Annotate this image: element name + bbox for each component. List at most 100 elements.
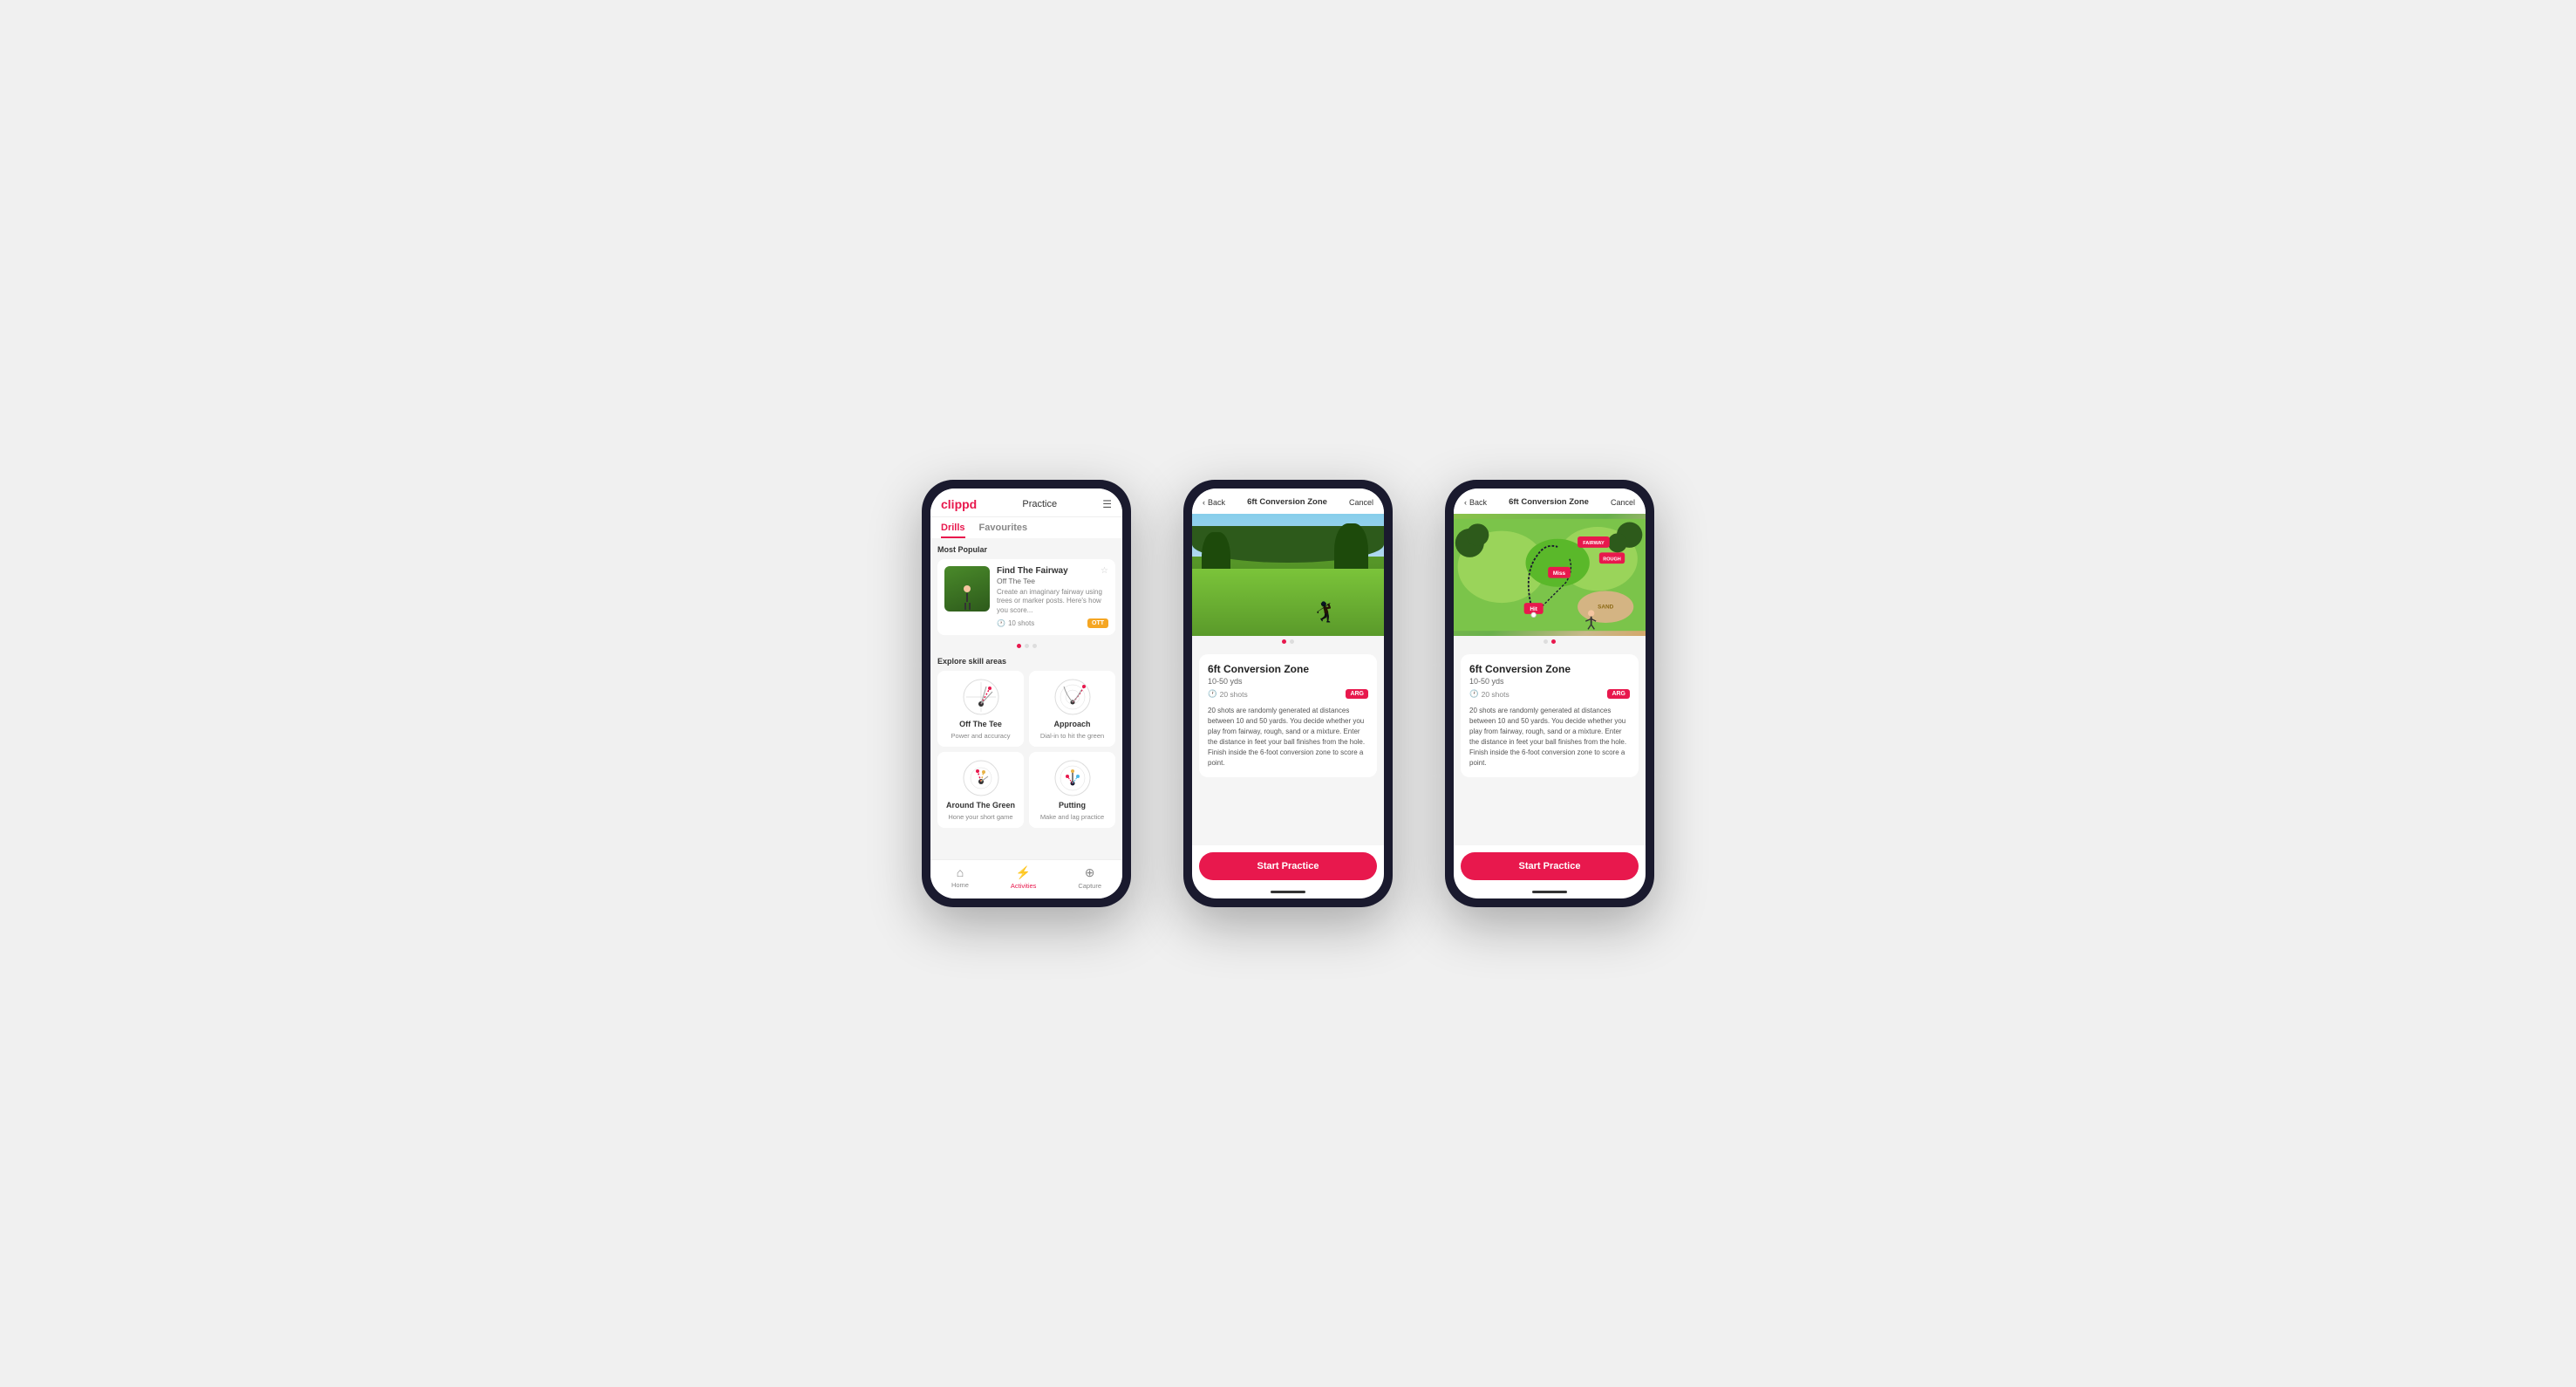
skill-desc-atg: Hone your short game (948, 813, 1012, 821)
clock-icon: 🕐 (997, 619, 1005, 627)
drill-thumbnail (944, 566, 990, 612)
golfer-leg-left (964, 603, 966, 610)
activities-icon: ⚡ (1016, 865, 1031, 880)
skill-card-ott[interactable]: Off The Tee Power and accuracy (937, 671, 1024, 747)
skill-icon-atg (962, 759, 1000, 797)
phone-1: clippd Practice ☰ Drills Favourites Most… (922, 480, 1131, 907)
cancel-button-3[interactable]: Cancel (1611, 498, 1635, 507)
phone-2-screen: ‹ Back 6ft Conversion Zone Cancel 🏌️ (1192, 489, 1384, 898)
tab-favourites[interactable]: Favourites (979, 523, 1028, 538)
dot-img-1 (1282, 639, 1286, 644)
detail-shots: 🕐 20 shots (1208, 689, 1248, 699)
svg-text:Miss: Miss (1553, 571, 1566, 577)
drill-detail-title-3: 6ft Conversion Zone (1469, 663, 1630, 675)
skill-card-putting[interactable]: Putting Make and lag practice (1029, 752, 1115, 828)
start-practice-button-2[interactable]: Start Practice (1199, 852, 1377, 880)
putting-svg (1053, 759, 1092, 797)
back-label-3: Back (1469, 498, 1487, 507)
drill-detail-title: 6ft Conversion Zone (1208, 663, 1368, 675)
detail-shots-row: 🕐 20 shots ARG (1208, 689, 1368, 699)
skill-icon-ott (962, 678, 1000, 716)
dot-map-2 (1551, 639, 1556, 644)
clock-icon-2: 🕐 (1208, 689, 1217, 699)
shots-info: 🕐 10 shots (997, 619, 1034, 627)
skill-name-putting: Putting (1059, 801, 1086, 810)
drill-detail-description-3: 20 shots are randomly generated at dista… (1469, 706, 1630, 769)
shots-count-2: 20 shots (1220, 690, 1248, 699)
skill-card-approach[interactable]: Approach Dial-in to hit the green (1029, 671, 1115, 747)
ott-svg (962, 678, 1000, 716)
phone-3-header: ‹ Back 6ft Conversion Zone Cancel (1454, 489, 1646, 514)
phone-3-screen: ‹ Back 6ft Conversion Zone Cancel (1454, 489, 1646, 898)
approach-svg (1053, 678, 1092, 716)
most-popular-label: Most Popular (937, 545, 1115, 554)
dot-3 (1032, 644, 1037, 648)
drill-detail-description: 20 shots are randomly generated at dista… (1208, 706, 1368, 769)
tag-ott: OTT (1087, 618, 1108, 628)
phone-2: ‹ Back 6ft Conversion Zone Cancel 🏌️ (1183, 480, 1393, 907)
nav-activities[interactable]: ⚡ Activities (1011, 865, 1037, 890)
menu-icon[interactable]: ☰ (1102, 498, 1112, 510)
map-svg: Hit Miss FAIRWAY ROUGH SAND (1454, 514, 1646, 636)
golfer-body (966, 593, 968, 602)
dot-map-1 (1544, 639, 1548, 644)
fairway-area (1192, 569, 1384, 636)
cancel-button[interactable]: Cancel (1349, 498, 1373, 507)
golf-photo-bg: 🏌️ (1192, 514, 1384, 636)
phone-2-content: 6ft Conversion Zone 10-50 yds 🕐 20 shots… (1192, 647, 1384, 845)
phone-3-content: 6ft Conversion Zone 10-50 yds 🕐 20 shots… (1454, 647, 1646, 845)
svg-text:Hit: Hit (1530, 606, 1537, 612)
svg-text:ROUGH: ROUGH (1603, 557, 1621, 563)
phone-2-header: ‹ Back 6ft Conversion Zone Cancel (1192, 489, 1384, 514)
tabs-bar: Drills Favourites (930, 517, 1122, 538)
start-practice-button-3[interactable]: Start Practice (1461, 852, 1639, 880)
phone-1-header: clippd Practice ☰ (930, 489, 1122, 517)
golfer-leg-right (969, 603, 971, 610)
back-label: Back (1208, 498, 1225, 507)
drill-footer: 🕐 10 shots OTT (997, 618, 1108, 628)
skill-name-atg: Around The Green (946, 801, 1015, 810)
phone-1-screen: clippd Practice ☰ Drills Favourites Most… (930, 489, 1122, 898)
skill-name-ott: Off The Tee (959, 720, 1002, 728)
phone-2-header-title: 6ft Conversion Zone (1247, 497, 1327, 507)
image-dots (1192, 636, 1384, 647)
shots-count: 10 shots (1008, 619, 1034, 627)
skill-card-atg[interactable]: Around The Green Hone your short game (937, 752, 1024, 828)
skill-icon-putting (1053, 759, 1092, 797)
drill-detail-yards-3: 10-50 yds (1469, 677, 1630, 686)
explore-label: Explore skill areas (937, 657, 1115, 666)
tag-arg-2: ARG (1346, 689, 1368, 699)
back-button-3[interactable]: ‹ Back (1464, 498, 1487, 507)
golfer-head (964, 585, 971, 592)
chevron-left-icon: ‹ (1203, 498, 1205, 507)
home-icon: ⌂ (957, 865, 964, 879)
map-dots (1454, 636, 1646, 647)
home-indicator-2 (1271, 891, 1305, 893)
atg-svg (962, 759, 1000, 797)
dot-1 (1017, 644, 1021, 648)
tab-drills[interactable]: Drills (941, 523, 965, 538)
back-button[interactable]: ‹ Back (1203, 498, 1225, 507)
home-indicator-3 (1532, 891, 1567, 893)
golfer-legs (960, 603, 974, 610)
detail-shots-row-3: 🕐 20 shots ARG (1469, 689, 1630, 699)
home-label: Home (951, 881, 969, 889)
phone-1-content: Most Popular (930, 538, 1122, 859)
nav-home[interactable]: ⌂ Home (951, 865, 969, 890)
activities-label: Activities (1011, 882, 1037, 890)
header-title: Practice (1022, 499, 1057, 509)
featured-drill-card[interactable]: Find The Fairway Off The Tee Create an i… (937, 559, 1115, 635)
svg-text:FAIRWAY: FAIRWAY (1583, 541, 1605, 546)
phones-container: clippd Practice ☰ Drills Favourites Most… (922, 480, 1654, 907)
dot-img-2 (1290, 639, 1294, 644)
nav-capture[interactable]: ⊕ Capture (1078, 865, 1101, 890)
golfer-figure (960, 585, 974, 612)
golfer-silhouette: 🏌️ (1312, 601, 1336, 624)
favourite-icon[interactable]: ☆ (1101, 566, 1108, 576)
skill-desc-approach: Dial-in to hit the green (1040, 732, 1104, 740)
dot-2 (1025, 644, 1029, 648)
bottom-nav: ⌂ Home ⚡ Activities ⊕ Capture (930, 859, 1122, 898)
drill-title: Find The Fairway (997, 566, 1108, 576)
drill-photo: 🏌️ (1192, 514, 1384, 636)
tag-arg-3: ARG (1607, 689, 1630, 699)
